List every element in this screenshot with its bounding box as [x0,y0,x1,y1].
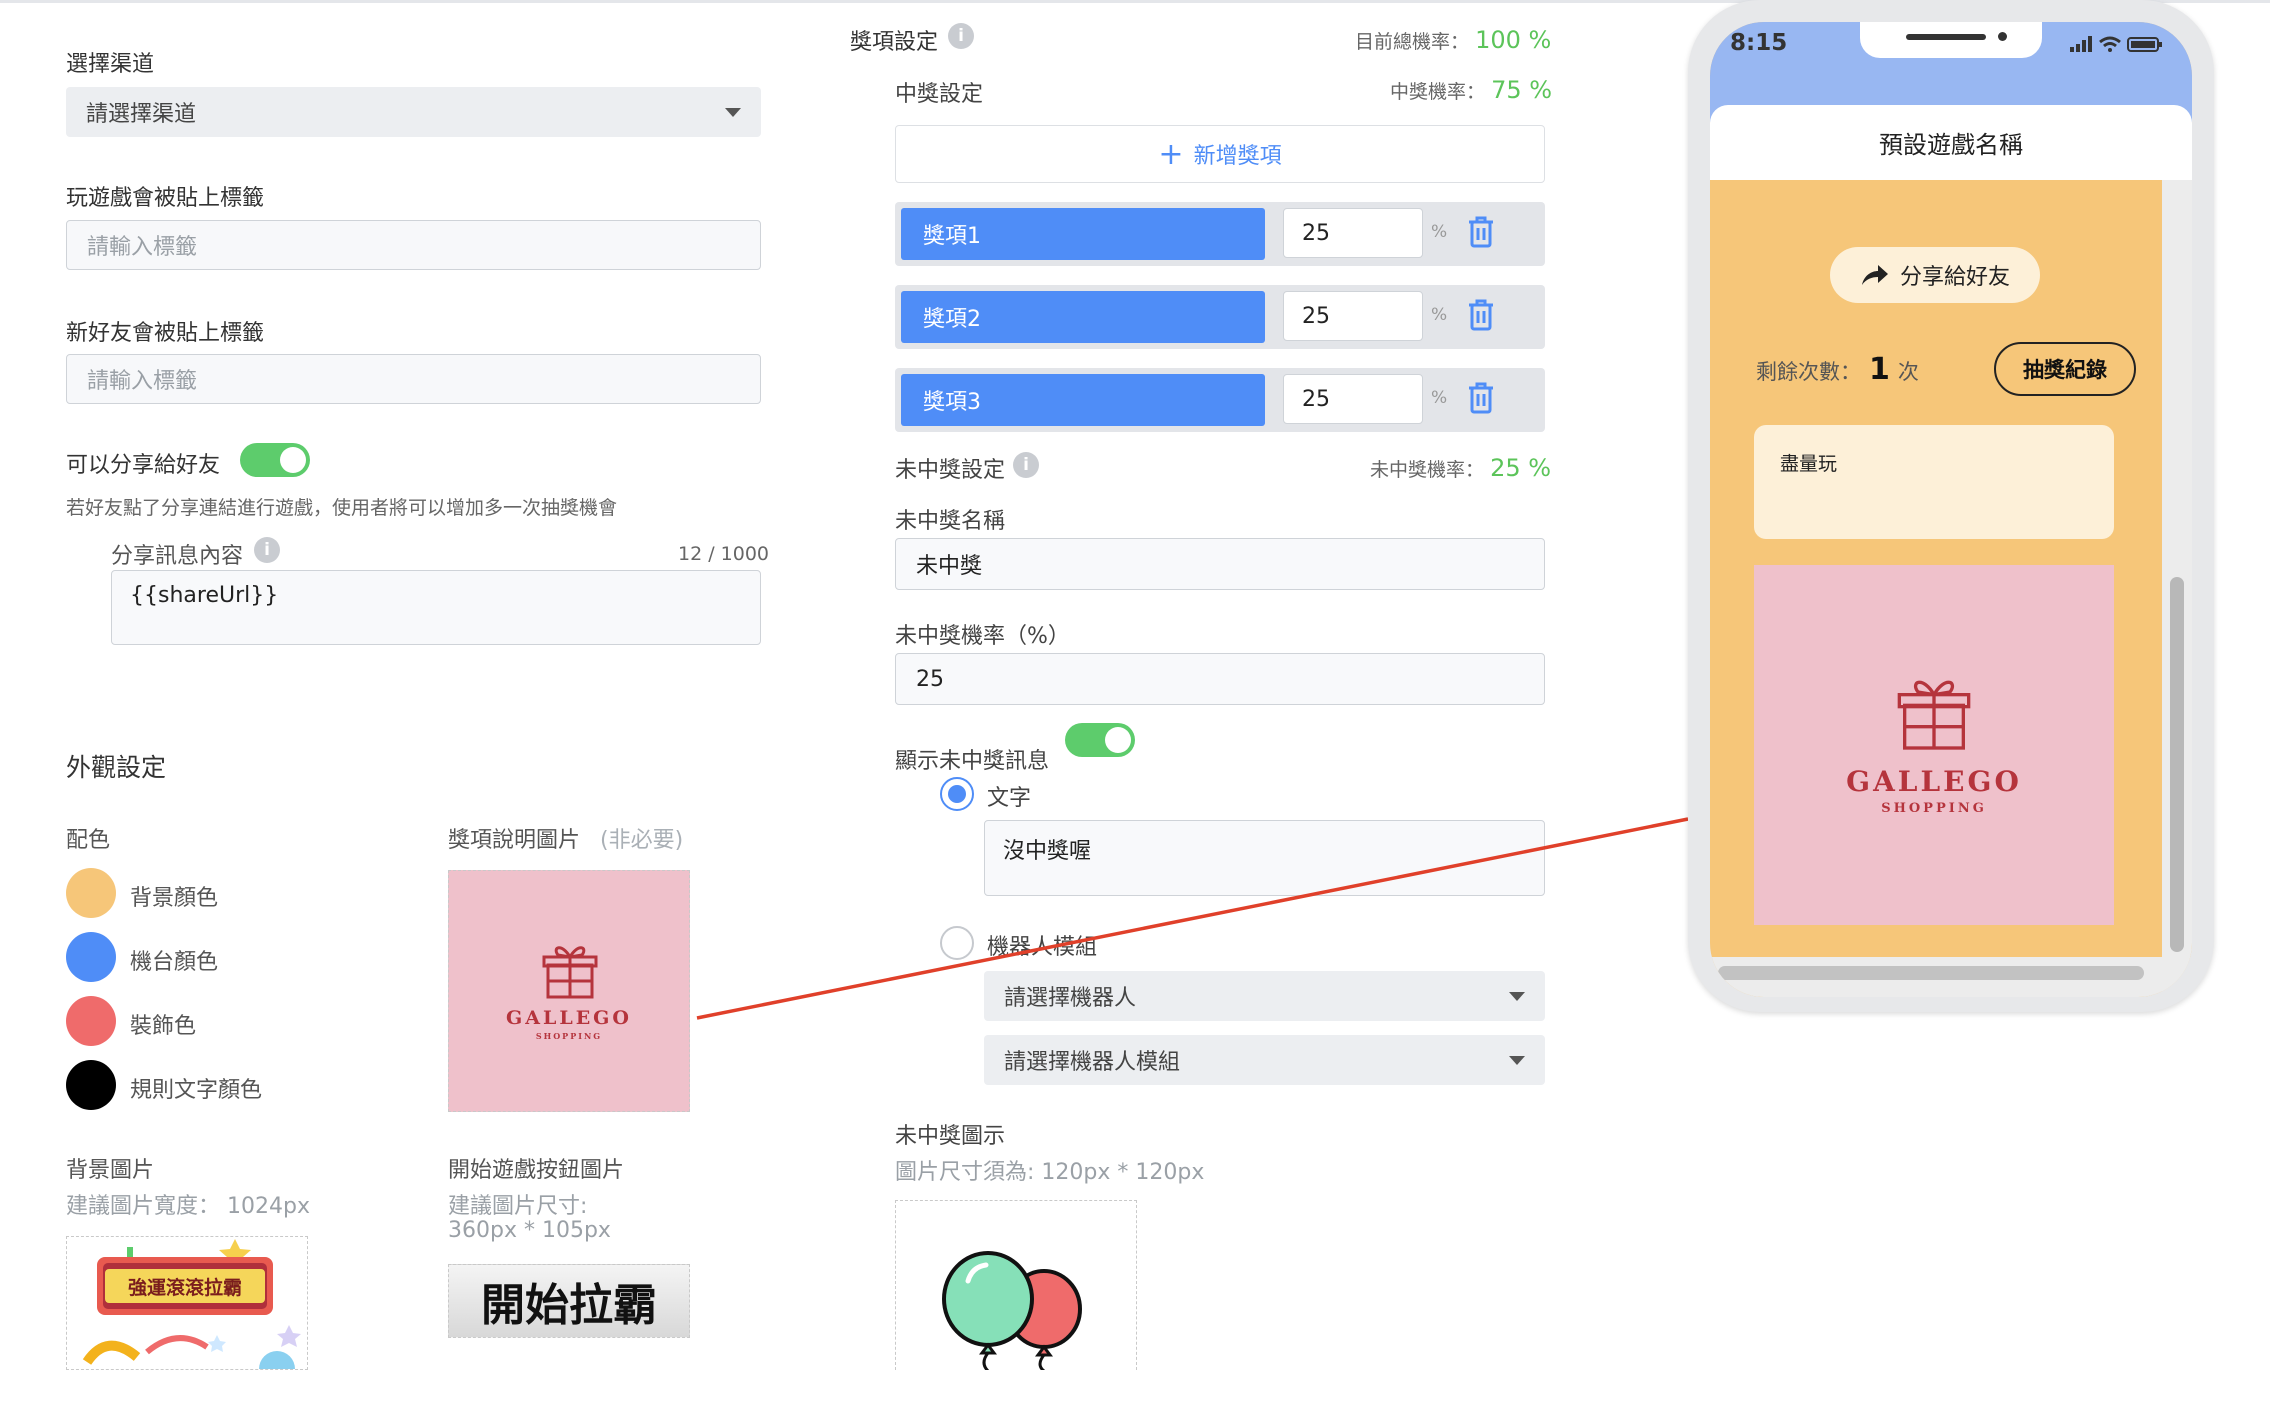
prize-image-preview: GALLEGO SHOPPING [1754,565,2114,925]
rules-message-box: 盡量玩 [1754,425,2114,539]
remaining-value: 1 [1869,352,1890,387]
remaining-unit: 次 [1897,360,1919,384]
status-icons [2070,36,2162,52]
phone-notch [1860,22,2042,58]
phone-screen: 8:15 預設遊戲名稱 分享給好友 剩餘次數： 1 次 抽獎紀錄 盡量玩 GAL… [1710,22,2192,997]
status-time: 8:15 [1730,30,1788,56]
share-to-friend-button[interactable]: 分享給好友 [1830,247,2040,303]
rules-message-text: 盡量玩 [1780,453,1838,475]
draw-history-button[interactable]: 抽獎紀錄 [1994,342,2136,396]
remaining-label: 剩餘次數： [1756,360,1861,384]
camera [1998,32,2007,41]
remaining-count: 剩餘次數： 1 次 [1756,352,1919,387]
scrollbar-thumb[interactable] [2170,577,2184,952]
gift-icon [1897,680,1971,750]
brand-text: GALLEGO [1846,765,2022,798]
game-title: 預設遊戲名稱 [1710,105,2192,180]
horizontal-scrollbar-thumb[interactable] [1718,966,2144,980]
phone-frame: 8:15 預設遊戲名稱 分享給好友 剩餘次數： 1 次 抽獎紀錄 盡量玩 GAL… [1688,0,2214,1012]
speaker [1906,34,1986,40]
brand-subtext: SHOPPING [1881,801,1987,816]
share-arrow-icon [1861,265,1888,285]
share-to-friend-label: 分享給好友 [1899,265,2010,290]
